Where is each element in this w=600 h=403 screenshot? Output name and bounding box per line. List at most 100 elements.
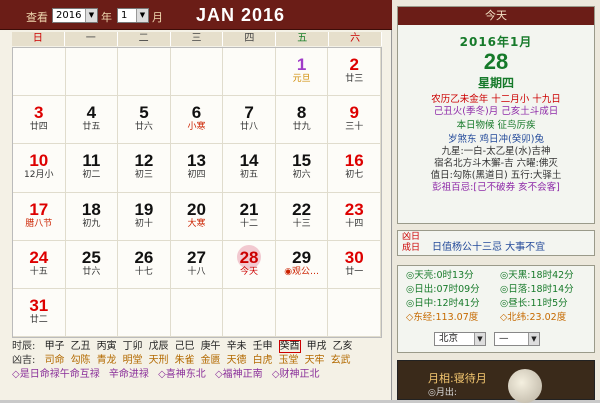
empty-day-cell xyxy=(275,288,329,337)
god-item: 天德 xyxy=(226,355,247,366)
day-number: 12 xyxy=(134,151,154,171)
day-number: 27 xyxy=(187,247,206,267)
day-cell-25[interactable]: 25 廿六 xyxy=(65,240,119,289)
lunar-day: 廿一 xyxy=(345,266,364,277)
day-number: 15 xyxy=(292,151,312,171)
day-cell-29[interactable]: 29 ◉观公… xyxy=(275,240,329,289)
lunar-day: 廿八 xyxy=(240,122,259,133)
day-cell-3[interactable]: 3 廿四 xyxy=(13,96,66,145)
lunar-date: 农历乙未金年 十二月小 十九日 xyxy=(431,94,561,105)
day-cell-28[interactable]: 28 今天 xyxy=(223,240,276,289)
day-cell-27[interactable]: 27 十八 xyxy=(170,240,224,289)
day-number: 23 xyxy=(344,199,364,219)
day-cell-21[interactable]: 21 十二 xyxy=(223,192,276,241)
day-cell-20[interactable]: 20 大寒 xyxy=(170,192,224,241)
day-cell-11[interactable]: 11 初二 xyxy=(65,144,119,193)
lunar-day: 初四 xyxy=(187,170,206,181)
day-cell-17[interactable]: 17 腊八节 xyxy=(13,192,66,241)
day-cell-5[interactable]: 5 廿六 xyxy=(118,96,171,145)
luck-item: ◇是日命禄午命互禄 xyxy=(12,369,100,380)
day-cell-16[interactable]: 16 初七 xyxy=(328,144,381,193)
hour-item: 甲戌 xyxy=(306,341,327,352)
hour-item: 庚午 xyxy=(200,341,221,352)
dusk-time: ◎天黑:18时42分 xyxy=(500,270,574,281)
day-number: 19 xyxy=(134,199,154,219)
moon-phase-title: 月相:寝待月 xyxy=(428,372,487,385)
day-cell-23[interactable]: 23 十四 xyxy=(328,192,381,241)
city-select[interactable]: 北京 ▼ xyxy=(434,332,486,346)
hour-item: 辛未 xyxy=(226,341,247,352)
today-details: 农历乙未金年 十二月小 十九日 己丑火(季冬)月 己亥土斗成日 本日物候 征鸟厉… xyxy=(398,94,594,194)
day-cell-19[interactable]: 19 初十 xyxy=(118,192,171,241)
day-cell-2[interactable]: 2 廿三 xyxy=(328,48,381,97)
lunar-day: 小寒 xyxy=(187,122,206,133)
god-item: 青龙 xyxy=(96,355,117,366)
year-select[interactable]: 2016 ▼ xyxy=(52,8,98,23)
lunar-day: 十三 xyxy=(292,218,311,229)
god-item: 司命 xyxy=(44,355,65,366)
lunar-day: 廿六 xyxy=(82,266,101,277)
district-select[interactable]: — ▼ xyxy=(494,332,540,346)
day-cell-6[interactable]: 6 小寒 xyxy=(170,96,224,145)
day-cell-31[interactable]: 31 廿二 xyxy=(13,288,66,337)
chevron-down-icon: ▼ xyxy=(474,333,485,345)
calendar-window: 查看 2016 ▼ 年 1 ▼ 月 JAN 2016 日 一 二 三 四 五 六… xyxy=(0,0,600,403)
day-cell-12[interactable]: 12 初三 xyxy=(118,144,171,193)
lunar-day: 12月小 xyxy=(24,170,54,181)
noon-time: ◎日中:12时41分 xyxy=(406,298,480,309)
mansion: 宿名北方斗木獬-吉 六曜:佛灭 xyxy=(434,158,558,169)
day-number: 24 xyxy=(29,247,49,267)
day-cell-26[interactable]: 26 十七 xyxy=(118,240,171,289)
day-cell-8[interactable]: 8 廿九 xyxy=(275,96,329,145)
day-cell-22[interactable]: 22 十三 xyxy=(275,192,329,241)
weekday-thu: 四 xyxy=(223,32,277,46)
year-suffix: 年 xyxy=(101,11,112,24)
view-label: 查看 xyxy=(26,11,48,24)
god-item: 勾陈 xyxy=(70,355,91,366)
day-cell-18[interactable]: 18 初九 xyxy=(65,192,119,241)
day-number: 3 xyxy=(34,103,44,123)
lunar-day: 今天 xyxy=(240,266,259,277)
calendar-pane: 查看 2016 ▼ 年 1 ▼ 月 JAN 2016 日 一 二 三 四 五 六… xyxy=(0,0,392,400)
day-length: ◎昼长:11时5分 xyxy=(500,298,568,309)
month-select-value: 1 xyxy=(121,10,128,21)
lunar-day: 十二 xyxy=(240,218,259,229)
day-number: 21 xyxy=(239,199,259,219)
day-number: 17 xyxy=(29,199,49,219)
day-number: 22 xyxy=(292,199,312,219)
hour-item: 乙丑 xyxy=(70,341,91,352)
day-cell-7[interactable]: 7 廿八 xyxy=(223,96,276,145)
hour-item: 戊辰 xyxy=(148,341,169,352)
day-cell-4[interactable]: 4 廿五 xyxy=(65,96,119,145)
lunar-day: 初二 xyxy=(82,170,101,181)
today-day-number: 28 xyxy=(483,49,509,74)
day-number: 28 xyxy=(239,247,259,267)
lunar-day: 十八 xyxy=(187,266,206,277)
lunar-day: 初六 xyxy=(292,170,311,181)
day-cell-13[interactable]: 13 初四 xyxy=(170,144,224,193)
today-header[interactable]: 今天 xyxy=(398,7,594,25)
day-cell-1[interactable]: 1 元旦 xyxy=(275,48,329,97)
pengzu-taboo: 彭祖百忌:[己不破券 亥不会客] xyxy=(432,182,560,193)
empty-day-cell xyxy=(223,288,276,337)
empty-day-cell xyxy=(328,288,381,337)
day-cell-30[interactable]: 30 廿一 xyxy=(328,240,381,289)
day-number: 29 xyxy=(292,247,312,267)
hour-item: 丙寅 xyxy=(96,341,117,352)
sun-row: ◎日中:12时41分 ◎昼长:11时5分 xyxy=(398,298,594,310)
day-cell-9[interactable]: 9 三十 xyxy=(328,96,381,145)
day-cell-15[interactable]: 15 初六 xyxy=(275,144,329,193)
day-cell-14[interactable]: 14 初五 xyxy=(223,144,276,193)
lunar-day: 初十 xyxy=(134,218,153,229)
day-cell-10[interactable]: 10 12月小 xyxy=(13,144,66,193)
day-cell-24[interactable]: 24 十五 xyxy=(13,240,66,289)
month-select[interactable]: 1 ▼ xyxy=(117,8,149,23)
unlucky-day-tag: 凶日 成日 xyxy=(402,232,421,253)
year-select-value: 2016 xyxy=(56,10,82,21)
hour-item: 甲子 xyxy=(44,341,65,352)
lunar-day: 十七 xyxy=(134,266,153,277)
day-number: 20 xyxy=(187,199,206,219)
god-item: 明堂 xyxy=(122,355,143,366)
moon-phase-panel: 月相:寝待月 ◎月出: xyxy=(397,360,595,403)
lunar-day: 元旦 xyxy=(292,74,311,84)
